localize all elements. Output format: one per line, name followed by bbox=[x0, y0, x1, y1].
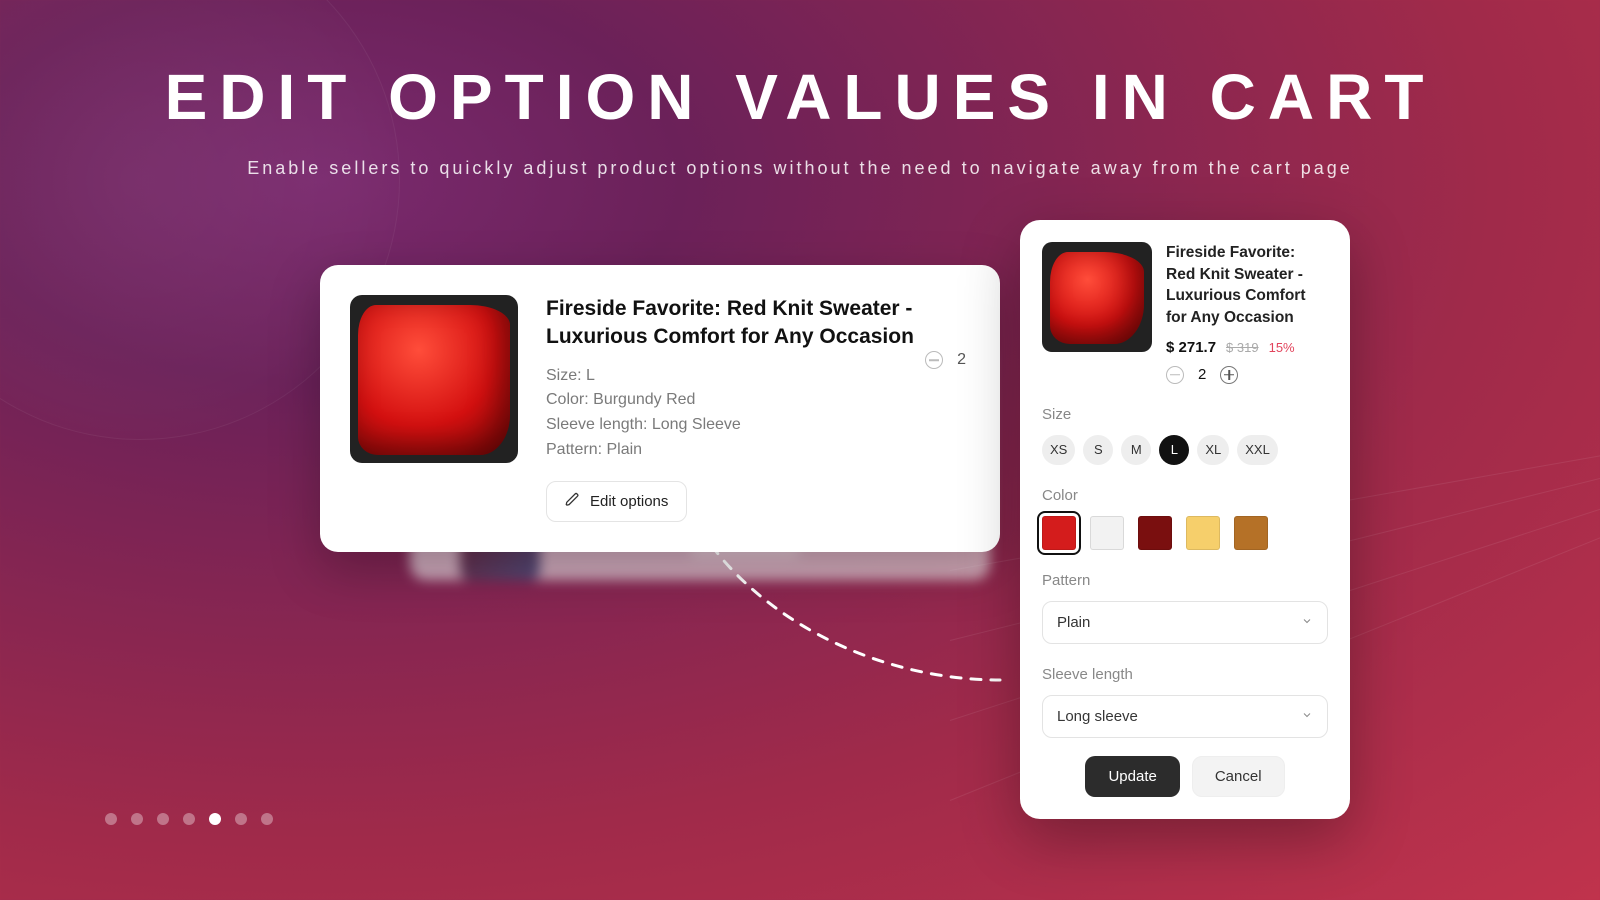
size-option-s[interactable]: S bbox=[1083, 435, 1113, 465]
carousel-dot[interactable] bbox=[183, 813, 195, 825]
carousel-dot[interactable] bbox=[131, 813, 143, 825]
product-thumbnail bbox=[1042, 242, 1152, 352]
qty-increment-button[interactable] bbox=[1220, 366, 1238, 384]
cart-item-card: Fireside Favorite: Red Knit Sweater - Lu… bbox=[320, 265, 1000, 552]
pencil-icon bbox=[565, 492, 580, 511]
price-current: $ 271.7 bbox=[1166, 339, 1216, 356]
qty-value: 2 bbox=[957, 351, 966, 369]
attr-size-value: L bbox=[586, 367, 595, 384]
size-option-xl[interactable]: XL bbox=[1197, 435, 1229, 465]
qty-decrement-button[interactable] bbox=[1166, 366, 1184, 384]
chevron-down-icon bbox=[1301, 614, 1313, 631]
chevron-down-icon bbox=[1301, 708, 1313, 725]
page-subtitle: Enable sellers to quickly adjust product… bbox=[247, 158, 1352, 179]
cancel-button[interactable]: Cancel bbox=[1192, 756, 1285, 797]
size-option-xs[interactable]: XS bbox=[1042, 435, 1075, 465]
carousel-dot[interactable] bbox=[261, 813, 273, 825]
size-options: XS SML XL XXL bbox=[1042, 435, 1328, 465]
attr-sleeve-value: Long Sleeve bbox=[652, 416, 741, 433]
product-attributes: Size: L Color: Burgundy Red Sleeve lengt… bbox=[546, 364, 966, 463]
size-option-xxl[interactable]: XXL bbox=[1237, 435, 1278, 465]
edit-options-label: Edit options bbox=[590, 493, 668, 510]
size-option-m[interactable]: M bbox=[1121, 435, 1151, 465]
sleeve-select[interactable]: Long sleeve bbox=[1042, 695, 1328, 738]
size-option-l[interactable]: L bbox=[1159, 435, 1189, 465]
attr-color-value: Burgundy Red bbox=[593, 391, 695, 408]
size-label: Size bbox=[1042, 406, 1328, 423]
qty-decrement-icon[interactable] bbox=[925, 351, 943, 369]
attr-color-label: Color: bbox=[546, 391, 589, 408]
product-title: Fireside Favorite: Red Knit Sweater - Lu… bbox=[1166, 242, 1328, 329]
color-swatch[interactable] bbox=[1042, 516, 1076, 550]
carousel-dot[interactable] bbox=[157, 813, 169, 825]
qty-value: 2 bbox=[1198, 366, 1206, 383]
page-title: EDIT OPTION VALUES IN CART bbox=[165, 60, 1436, 134]
color-label: Color bbox=[1042, 487, 1328, 504]
price-discount: 15% bbox=[1269, 340, 1295, 355]
update-button[interactable]: Update bbox=[1085, 756, 1179, 797]
sleeve-select-value: Long sleeve bbox=[1057, 708, 1138, 725]
price-original: $ 319 bbox=[1226, 340, 1259, 355]
color-swatch[interactable] bbox=[1090, 516, 1124, 550]
color-swatch[interactable] bbox=[1234, 516, 1268, 550]
color-swatch[interactable] bbox=[1186, 516, 1220, 550]
sleeve-label: Sleeve length bbox=[1042, 666, 1328, 683]
carousel-dots bbox=[105, 813, 273, 825]
product-title: Fireside Favorite: Red Knit Sweater - Lu… bbox=[546, 295, 966, 352]
pattern-select-value: Plain bbox=[1057, 614, 1090, 631]
product-thumbnail bbox=[350, 295, 518, 463]
carousel-dot[interactable] bbox=[209, 813, 221, 825]
attr-sleeve-label: Sleeve length: bbox=[546, 416, 647, 433]
color-options bbox=[1042, 516, 1328, 550]
carousel-dot[interactable] bbox=[235, 813, 247, 825]
edit-options-button[interactable]: Edit options bbox=[546, 481, 687, 522]
attr-pattern-label: Pattern: bbox=[546, 441, 602, 458]
color-swatch[interactable] bbox=[1138, 516, 1172, 550]
pattern-label: Pattern bbox=[1042, 572, 1328, 589]
pattern-select[interactable]: Plain bbox=[1042, 601, 1328, 644]
option-editor-panel: Fireside Favorite: Red Knit Sweater - Lu… bbox=[1020, 220, 1350, 819]
attr-size-label: Size: bbox=[546, 367, 582, 384]
attr-pattern-value: Plain bbox=[606, 441, 642, 458]
carousel-dot[interactable] bbox=[105, 813, 117, 825]
